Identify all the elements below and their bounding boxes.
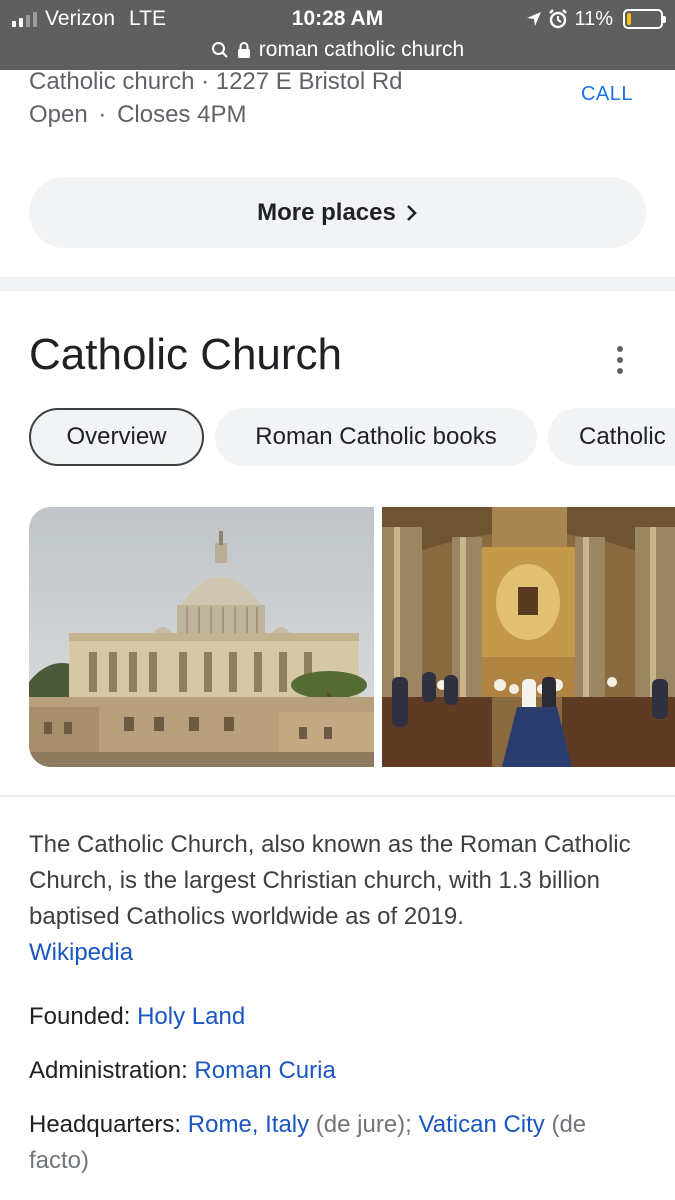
- closing-time: Closes 4PM: [117, 101, 247, 128]
- status-right: 11%: [526, 6, 666, 32]
- more-options-icon[interactable]: [606, 342, 634, 378]
- roman-curia-link[interactable]: Roman Curia: [194, 1057, 335, 1084]
- church-interior-image[interactable]: [382, 507, 675, 767]
- battery-fill: [627, 13, 631, 25]
- open-status: Open: [29, 101, 88, 128]
- wikipedia-link[interactable]: Wikipedia: [29, 939, 133, 966]
- fact-label: Administration:: [29, 1057, 195, 1084]
- fact-founded: Founded: Holy Land: [29, 999, 649, 1035]
- rome-italy-link[interactable]: Rome, Italy: [188, 1111, 309, 1138]
- browser-top-bar: Verizon LTE 10:28 AM 11% roman catholic …: [0, 0, 675, 70]
- chip-catholic[interactable]: Catholic: [548, 408, 675, 466]
- knowledge-panel-title: Catholic Church: [29, 330, 343, 379]
- address-bar[interactable]: roman catholic church: [0, 36, 675, 64]
- more-places-label: More places: [257, 198, 396, 226]
- topic-chips: Overview Roman Catholic books Catholic: [29, 408, 675, 466]
- alarm-clock-icon: [549, 9, 568, 29]
- section-separator: [0, 795, 675, 797]
- vatican-city-link[interactable]: Vatican City: [419, 1111, 545, 1138]
- chip-label: Roman Catholic books: [255, 423, 497, 450]
- description: The Catholic Church, also known as the R…: [29, 827, 639, 971]
- de-jure-note: (de jure);: [309, 1111, 419, 1138]
- url-query-text: roman catholic church: [258, 38, 465, 61]
- chevron-right-icon: [406, 204, 417, 221]
- location-arrow-icon: [527, 12, 542, 26]
- battery-percent: 11%: [574, 7, 613, 30]
- more-places-button[interactable]: More places: [29, 177, 646, 248]
- chip-label: Overview: [66, 423, 167, 450]
- lock-icon: [237, 42, 250, 58]
- battery-icon: [623, 9, 666, 29]
- fact-label: Headquarters:: [29, 1111, 188, 1138]
- fact-administration: Administration: Roman Curia: [29, 1053, 649, 1089]
- place-address: Catholic church · 1227 E Bristol Rd: [29, 68, 403, 95]
- search-icon: [211, 42, 228, 58]
- st-peters-basilica-image[interactable]: [29, 507, 374, 767]
- place-hours: Open · Closes 4PM: [29, 101, 246, 129]
- call-button[interactable]: CALL: [581, 83, 633, 106]
- fact-label: Founded:: [29, 1003, 138, 1030]
- chip-label: Catholic: [579, 423, 666, 450]
- holy-land-link[interactable]: Holy Land: [137, 1003, 245, 1030]
- section-divider: [0, 277, 675, 291]
- image-carousel: [29, 507, 675, 767]
- hours-separator: ·: [98, 101, 107, 128]
- description-text: The Catholic Church, also known as the R…: [29, 831, 631, 930]
- chip-overview[interactable]: Overview: [29, 408, 204, 466]
- fact-headquarters: Headquarters: Rome, Italy (de jure); Vat…: [29, 1107, 649, 1179]
- chip-roman-catholic-books[interactable]: Roman Catholic books: [215, 408, 537, 466]
